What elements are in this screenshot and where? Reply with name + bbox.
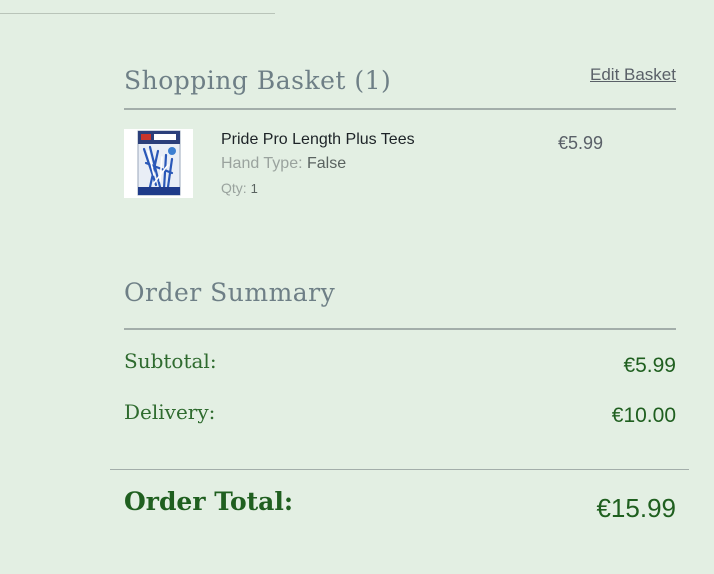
qty-label: Qty: <box>221 180 247 196</box>
delivery-label: Delivery: <box>124 400 216 424</box>
edit-basket-link[interactable]: Edit Basket <box>590 65 676 85</box>
delivery-value: €10.00 <box>611 404 676 427</box>
product-price: €5.99 <box>558 133 604 153</box>
order-summary-title: Order Summary <box>124 278 336 307</box>
subtotal-label: Subtotal: <box>124 349 217 373</box>
quantity-row: Qty: 1 <box>221 180 258 196</box>
order-total-label: Order Total: <box>124 487 294 516</box>
hand-type-row: Hand Type: False <box>221 155 346 173</box>
summary-divider <box>124 328 676 330</box>
hand-type-value: False <box>307 155 347 172</box>
basket-divider <box>124 108 676 110</box>
product-thumbnail[interactable] <box>124 129 193 198</box>
subtotal-value: €5.99 <box>623 354 676 377</box>
qty-value: 1 <box>250 181 258 196</box>
hand-type-label: Hand Type: <box>221 155 303 172</box>
golf-tees-package-icon <box>124 129 193 198</box>
order-total-value: €15.99 <box>596 493 676 523</box>
top-divider <box>0 13 275 14</box>
total-divider <box>110 469 689 470</box>
product-name[interactable]: Pride Pro Length Plus Tees <box>221 131 415 149</box>
basket-title: Shopping Basket (1) <box>124 66 392 95</box>
